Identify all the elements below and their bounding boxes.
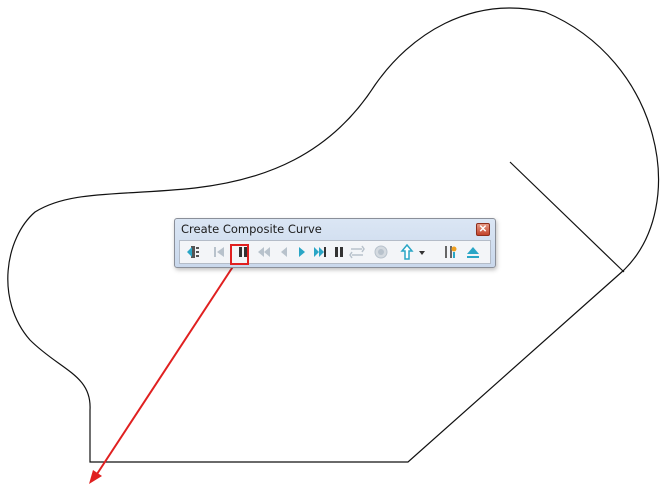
options-icon[interactable] bbox=[442, 244, 458, 260]
eject-icon[interactable] bbox=[465, 244, 481, 260]
toolbar-title: Create Composite Curve bbox=[181, 222, 322, 236]
rewind-icon bbox=[256, 244, 272, 260]
swap-direction-icon bbox=[349, 244, 365, 260]
record-icon bbox=[373, 244, 389, 260]
dropdown-arrow-icon[interactable] bbox=[417, 244, 427, 260]
step-back-icon bbox=[276, 244, 292, 260]
pause-secondary-icon[interactable] bbox=[331, 244, 347, 260]
close-button[interactable]: ✕ bbox=[476, 223, 490, 236]
pause-button-highlight bbox=[230, 244, 249, 265]
up-arrow-icon[interactable] bbox=[399, 244, 415, 260]
fast-forward-icon[interactable] bbox=[312, 244, 328, 260]
toolbar-button-row bbox=[179, 240, 491, 264]
annotation-arrow-line bbox=[96, 264, 235, 475]
step-to-start-icon bbox=[211, 244, 227, 260]
play-icon[interactable] bbox=[294, 244, 310, 260]
exit-sketch-icon[interactable] bbox=[185, 244, 201, 260]
composite-curve-toolbar[interactable]: Create Composite Curve ✕ bbox=[174, 218, 496, 268]
annotation-arrowhead bbox=[89, 470, 102, 484]
construction-line bbox=[509, 161, 625, 273]
